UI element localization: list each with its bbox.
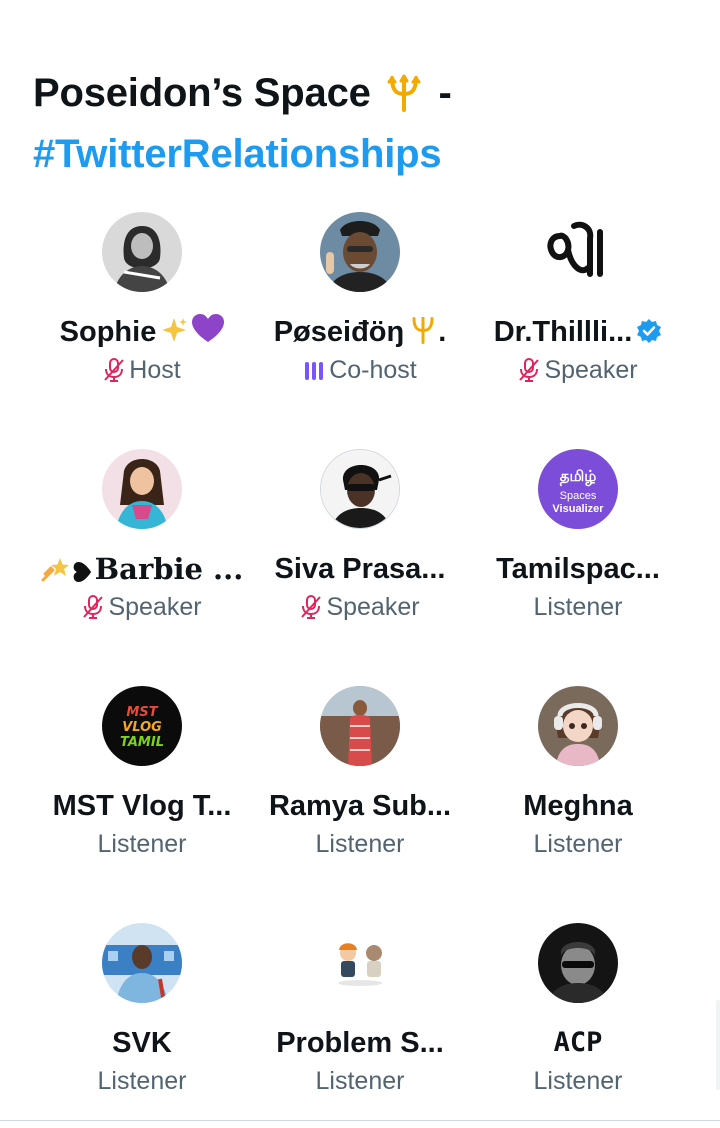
- avatar[interactable]: தமிழ் Spaces Visualizer: [538, 449, 618, 529]
- participant-role: Listener: [315, 830, 405, 858]
- heart-icon: [73, 554, 93, 592]
- purple-heart-icon: [192, 314, 225, 354]
- mic-muted-icon: [103, 357, 125, 391]
- mic-muted-icon: [300, 594, 322, 628]
- avatar-text: MST: [126, 705, 158, 720]
- participant-name: SVK: [112, 1027, 172, 1059]
- avatar[interactable]: [538, 686, 618, 766]
- participant-name: Pøseiđöŋ .: [245, 313, 475, 354]
- mic-muted-icon: [518, 357, 540, 391]
- divider: [0, 1120, 720, 1121]
- participant-name: Siva Prasa...: [274, 553, 446, 585]
- scrollbar[interactable]: [716, 1000, 720, 1090]
- participant-role: Speaker: [245, 590, 475, 628]
- participants-grid: Sophie Host Pøseiđöŋ . Co-host Dr.Thilll…: [0, 0, 720, 1128]
- avatar[interactable]: [320, 923, 400, 1003]
- avatar-text: Visualizer: [552, 503, 604, 515]
- avatar[interactable]: [320, 686, 400, 766]
- avatar[interactable]: MST VLOG TAMIL: [102, 686, 182, 766]
- participant-role: Host: [27, 353, 257, 391]
- avatar[interactable]: [538, 923, 618, 1003]
- avatar[interactable]: [102, 923, 182, 1003]
- participant-role: Speaker: [27, 590, 257, 628]
- mic-muted-icon: [82, 594, 104, 628]
- participant-name: Meghna: [523, 790, 633, 822]
- avatar-text: தமிழ்: [560, 467, 597, 486]
- speaking-wave-icon: [303, 357, 325, 391]
- trident-icon: [408, 314, 438, 354]
- participant-name: Ramya Sub...: [268, 790, 452, 822]
- avatar[interactable]: [320, 212, 400, 292]
- participant-name: MST Vlog T...: [52, 790, 232, 822]
- avatar[interactable]: [102, 449, 182, 529]
- participant-role: Listener: [533, 593, 623, 621]
- participant-name: Problem S...: [276, 1027, 444, 1059]
- avatar-text: TAMIL: [120, 735, 164, 750]
- participant-role: Listener: [97, 1067, 187, 1095]
- avatar-text: VLOG: [122, 720, 162, 735]
- participant-role: Co-host: [245, 353, 475, 391]
- participant-role: Listener: [533, 1067, 623, 1095]
- participant-name: Tamilspac...: [496, 553, 660, 585]
- sparkles-icon: [160, 316, 188, 354]
- participant-name: Sophie: [27, 313, 257, 354]
- verified-badge-icon: [636, 316, 662, 354]
- participant-role: Listener: [97, 830, 187, 858]
- avatar[interactable]: [102, 212, 182, 292]
- avatar[interactable]: [320, 449, 400, 529]
- participant-role: Speaker: [463, 353, 693, 391]
- avatar[interactable]: [538, 212, 618, 292]
- shooting-star-icon: [41, 554, 71, 592]
- participant-name: Barbie ...: [27, 550, 257, 592]
- avatar-text: Spaces: [560, 490, 597, 502]
- participant-name: ACP: [553, 1027, 603, 1058]
- participant-name: Dr.Thillli...: [463, 313, 693, 354]
- participant-role: Listener: [315, 1067, 405, 1095]
- participant-role: Listener: [533, 830, 623, 858]
